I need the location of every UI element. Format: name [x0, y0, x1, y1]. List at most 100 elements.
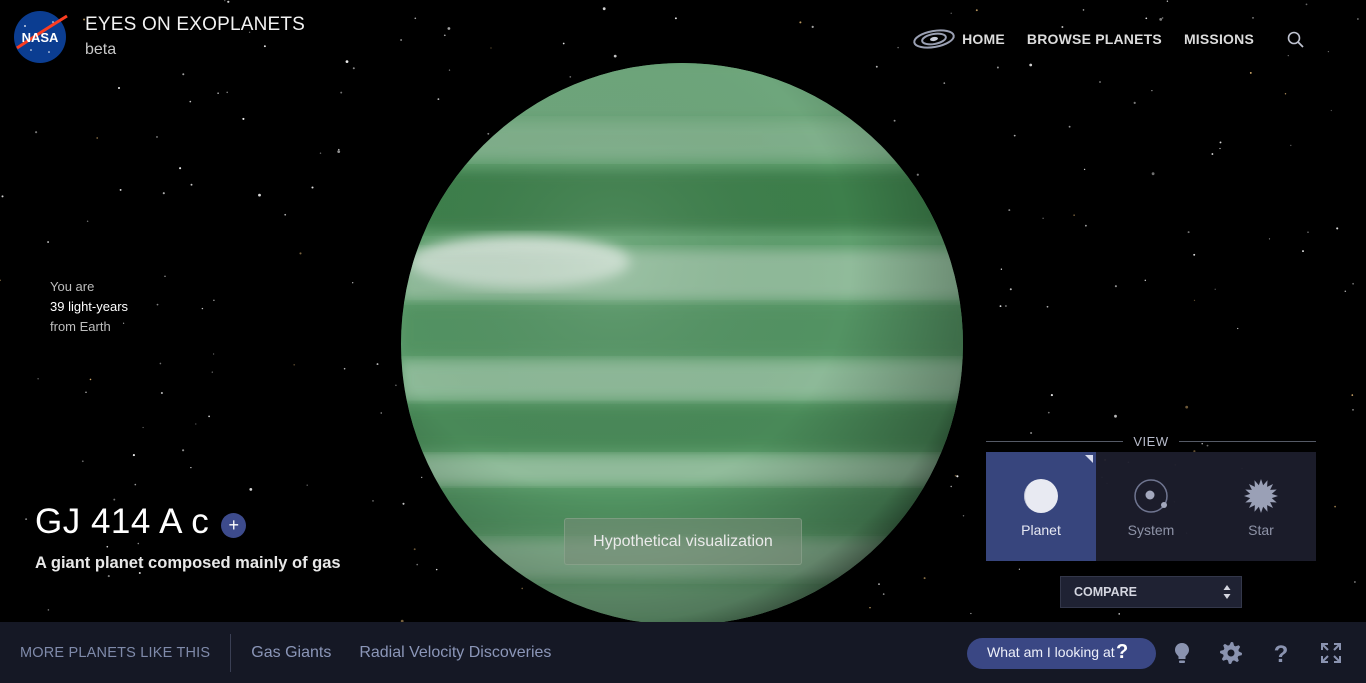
star-dot [212, 353, 215, 355]
star-dot [916, 173, 919, 176]
star-dot [1193, 253, 1196, 256]
star-dot [226, 91, 228, 94]
star-dot [159, 362, 162, 365]
star-dot [1351, 394, 1354, 396]
star-dot [208, 415, 210, 418]
what-am-i-looking-at-button[interactable]: What am I looking at ? [967, 638, 1156, 669]
star-dot [249, 488, 253, 491]
star-dot [878, 583, 880, 586]
help-icon[interactable]: ? [1269, 641, 1293, 665]
view-system-button[interactable]: System [1096, 452, 1206, 561]
star-dot [372, 500, 374, 502]
star-dot [1013, 134, 1016, 137]
nav-browse-planets[interactable]: BROWSE PLANETS [1027, 31, 1162, 47]
star-dot [875, 65, 878, 68]
star-dot [1083, 168, 1086, 171]
distance-line-3: from Earth [50, 319, 111, 334]
add-to-favorites-button[interactable]: + [221, 512, 247, 538]
star-dot [897, 46, 899, 49]
star-dot [1193, 299, 1196, 302]
star-dot [1085, 224, 1087, 227]
system-icon [1134, 479, 1168, 513]
distance-from-earth: You are 39 light-years from Earth [50, 277, 128, 337]
app-subtitle: beta [85, 41, 117, 58]
star-dot [1161, 17, 1164, 19]
star-dot [86, 220, 89, 222]
star-dot [1336, 227, 1339, 230]
star-dot [1099, 81, 1101, 83]
search-icon[interactable] [1286, 30, 1306, 50]
fullscreen-icon[interactable] [1319, 641, 1343, 665]
nav-home[interactable]: HOME [912, 27, 1005, 51]
star-dot [811, 25, 814, 28]
svg-text:NASA: NASA [22, 30, 59, 45]
star-dot [1268, 238, 1271, 240]
star-dot [1047, 411, 1050, 414]
star-dot [437, 98, 440, 101]
compare-label: COMPARE [1074, 585, 1137, 599]
star-dot [421, 476, 423, 479]
star-dot [1046, 305, 1049, 308]
star-dot [81, 460, 84, 463]
star-dot [799, 21, 802, 24]
lightbulb-icon[interactable] [1170, 641, 1194, 665]
star-dot [89, 378, 92, 381]
star-dot [119, 188, 122, 191]
star-dot [1334, 505, 1336, 508]
planet-description: A giant planet composed mainly of gas [35, 554, 341, 572]
view-system-label: System [1127, 522, 1175, 538]
star-dot [227, 0, 230, 3]
star-dot [25, 518, 28, 521]
brand[interactable]: NASA EYES ON EXOPLANETS beta [11, 10, 305, 64]
star-dot [1211, 153, 1214, 155]
star-dot [47, 241, 50, 243]
galaxy-icon [913, 29, 955, 49]
what-am-i-looking-at-label: What am I looking at [987, 644, 1115, 660]
star-dot [1042, 217, 1044, 219]
gear-icon[interactable] [1219, 641, 1243, 665]
star-dot [970, 612, 972, 615]
star-dot [376, 363, 379, 366]
star-dot [893, 119, 896, 122]
star-dot [1000, 268, 1003, 270]
tag-radial-velocity[interactable]: Radial Velocity Discoveries [359, 644, 551, 662]
star-dot [1018, 568, 1021, 570]
star-dot [487, 132, 490, 135]
compare-dropdown[interactable]: COMPARE [1060, 576, 1242, 608]
hypothetical-visualization-badge: Hypothetical visualization [564, 518, 802, 565]
star-dot [1187, 231, 1190, 234]
star-dot [954, 474, 957, 477]
view-planet-button[interactable]: Planet [986, 452, 1096, 561]
star-dot [160, 391, 163, 395]
star-dot [674, 17, 677, 20]
star-dot [352, 67, 355, 70]
star-dot [162, 192, 165, 195]
planet-icon [1024, 479, 1058, 513]
more-planets-like-this: MORE PLANETS LIKE THIS [0, 633, 232, 672]
tag-gas-giants[interactable]: Gas Giants [251, 644, 331, 662]
star-dot [1159, 18, 1163, 21]
nav-missions[interactable]: MISSIONS [1184, 31, 1254, 47]
star-dot [882, 593, 885, 595]
star-dot [1009, 288, 1012, 291]
view-label: VIEW [1133, 433, 1169, 449]
star-dot [1290, 144, 1292, 147]
star-dot [1008, 209, 1011, 212]
view-star-button[interactable]: Star [1206, 452, 1316, 561]
star-dot [1252, 17, 1254, 19]
nasa-logo[interactable]: NASA [11, 10, 69, 64]
star-dot [1249, 71, 1252, 74]
star-dot [179, 167, 182, 170]
nav-home-label: HOME [962, 31, 1005, 47]
star-dot [1114, 414, 1117, 418]
star-dot [562, 42, 565, 45]
star-dot [1302, 250, 1304, 253]
view-selector: Planet System Star [986, 452, 1316, 561]
star-dot [190, 183, 193, 186]
view-heading: VIEW [986, 432, 1317, 450]
star-dot [156, 136, 158, 138]
star-dot [319, 152, 322, 154]
top-nav: HOME BROWSE PLANETS MISSIONS [912, 27, 1254, 51]
star-dot [950, 485, 952, 488]
star-dot [142, 426, 144, 429]
